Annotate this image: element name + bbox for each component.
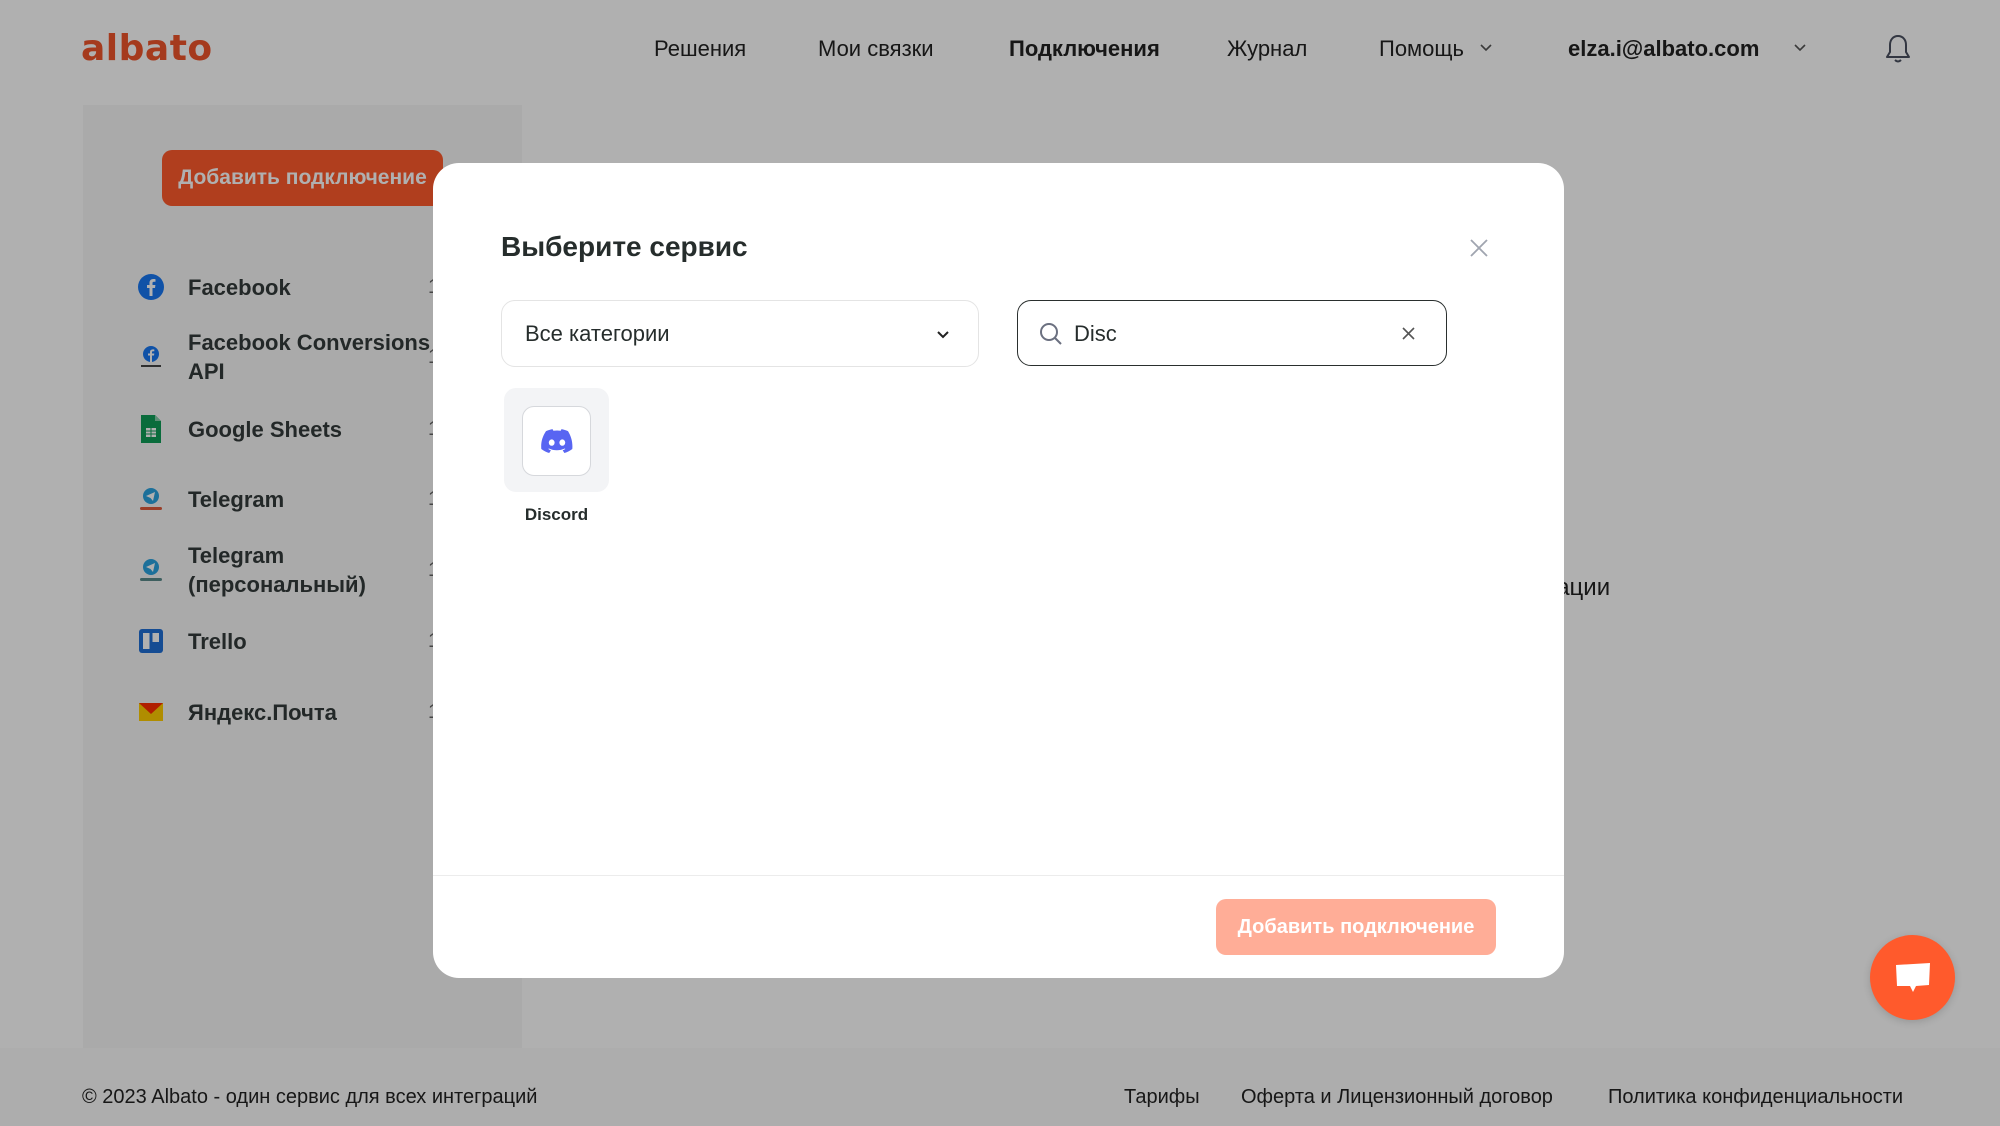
modal-title: Выберите сервис (501, 231, 748, 262)
search-icon (1040, 323, 1062, 345)
search-input[interactable] (1074, 315, 1374, 353)
service-card-label[interactable]: Discord (489, 505, 624, 525)
chevron-down-icon (937, 331, 949, 339)
select-service-modal: Выберите сервис Все категории Discord До… (433, 163, 1564, 978)
service-card-icon-box (522, 406, 591, 476)
modal-add-connection-button[interactable]: Добавить подключение (1216, 899, 1496, 955)
search-field[interactable] (1017, 300, 1447, 366)
category-select[interactable]: Все категории (501, 300, 979, 367)
close-icon[interactable] (1469, 238, 1489, 258)
category-select-value: Все категории (525, 320, 670, 346)
discord-icon (540, 428, 572, 453)
modal-footer-divider (433, 875, 1564, 876)
chat-widget-button[interactable] (1870, 935, 1955, 1020)
chat-bubble-icon (1895, 962, 1930, 992)
clear-search-icon[interactable] (1401, 326, 1416, 341)
service-card-discord[interactable] (504, 388, 609, 492)
